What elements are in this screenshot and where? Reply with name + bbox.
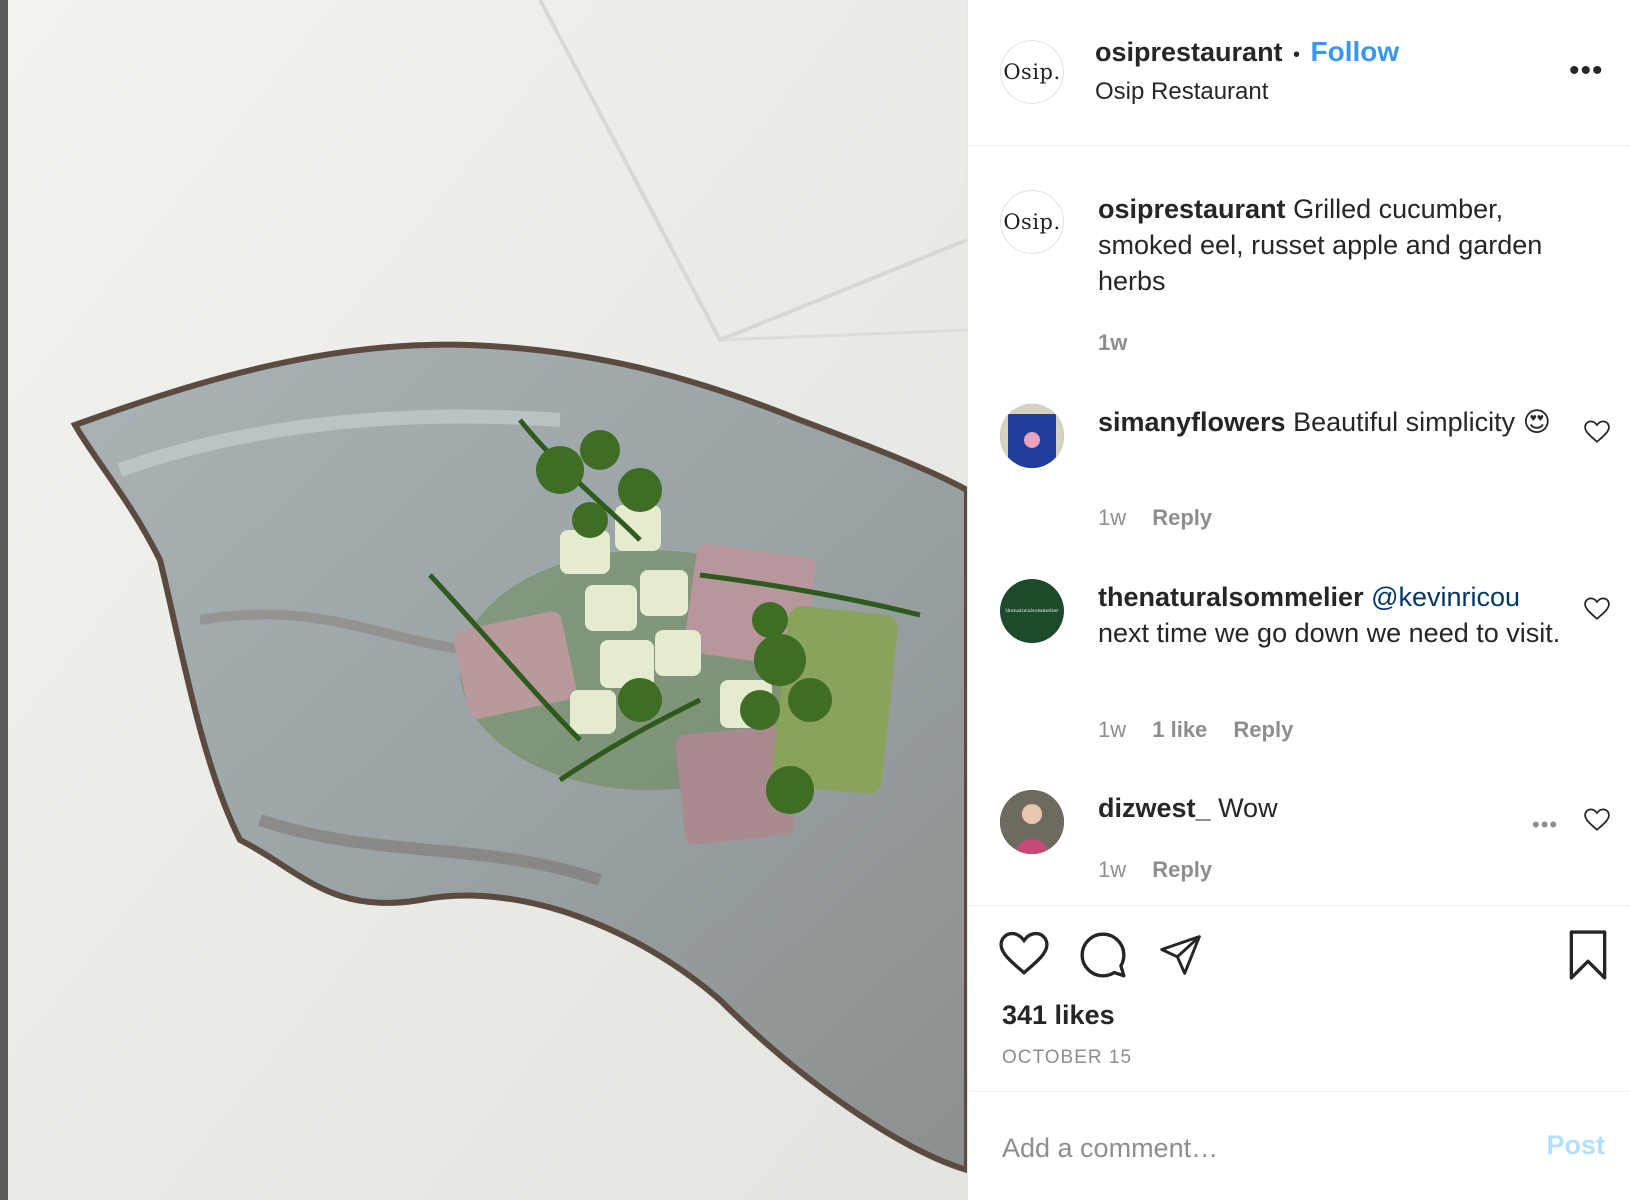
commenter-avatar-dizwest[interactable] <box>1000 790 1064 854</box>
caption-time[interactable]: 1w <box>1098 330 1127 356</box>
follow-button[interactable]: Follow <box>1310 36 1399 67</box>
avatar-logo-text: Osip. <box>1003 210 1061 234</box>
comment-text: next time we go down we need to visit. <box>1098 618 1561 648</box>
reply-button[interactable]: Reply <box>1152 505 1212 530</box>
add-comment-input[interactable] <box>1002 1126 1502 1170</box>
add-comment-row: Post <box>968 1091 1630 1201</box>
comment-username[interactable]: dizwest_ <box>1098 793 1211 823</box>
avatar-logo-text: Osip. <box>1003 60 1061 84</box>
comment-icon[interactable] <box>1078 930 1128 980</box>
more-options-icon[interactable]: ••• <box>1569 56 1604 86</box>
post-date[interactable]: OCTOBER 15 <box>1002 1047 1132 1069</box>
comment-text: Beautiful simplicity <box>1293 407 1516 437</box>
avatar-photo-icon <box>1000 790 1064 854</box>
comment-1-meta: 1w Reply <box>1098 505 1212 531</box>
comment-3: dizwest_ Wow <box>1098 790 1498 826</box>
like-count[interactable]: 341 likes <box>1002 1000 1115 1031</box>
comment-like-heart-icon[interactable] <box>1584 597 1610 621</box>
share-icon[interactable] <box>1158 933 1204 977</box>
comment-username[interactable]: simanyflowers <box>1098 407 1286 437</box>
separator-dot: • <box>1293 44 1301 66</box>
mention-link[interactable]: @kevinricou <box>1371 582 1520 612</box>
heart-eyes-emoji: 😍 <box>1522 407 1551 437</box>
post-header: Osip. osiprestaurant • Follow Osip Resta… <box>968 0 1630 146</box>
location-link[interactable]: Osip Restaurant <box>1095 78 1268 106</box>
header-name-row: osiprestaurant • Follow <box>1095 36 1399 68</box>
comment-username[interactable]: thenaturalsommelier <box>1098 582 1364 612</box>
comment-3-meta: 1w Reply <box>1098 857 1212 883</box>
caption-avatar[interactable]: Osip. <box>1000 190 1064 254</box>
author-avatar[interactable]: Osip. <box>1000 40 1064 104</box>
post-comment-button[interactable]: Post <box>1546 1130 1605 1161</box>
comment-more-options-icon[interactable]: ••• <box>1532 814 1558 836</box>
reply-button[interactable]: Reply <box>1152 857 1212 882</box>
food-photo-illustration <box>0 0 967 1200</box>
comment-2-meta: 1w 1 like Reply <box>1098 717 1293 743</box>
post-detail-panel: Osip. osiprestaurant • Follow Osip Resta… <box>967 0 1630 1200</box>
comment-like-count[interactable]: 1 like <box>1152 717 1207 742</box>
author-username[interactable]: osiprestaurant <box>1095 37 1283 67</box>
comment-time[interactable]: 1w <box>1098 505 1126 530</box>
reply-button[interactable]: Reply <box>1233 717 1293 742</box>
comment-2: thenaturalsommelier @kevinricou next tim… <box>1098 579 1568 651</box>
bookmark-icon[interactable] <box>1567 930 1609 980</box>
commenter-avatar-simanyflowers[interactable] <box>1000 404 1064 468</box>
avatar-logo-text: thenaturalsommelier <box>1005 608 1059 614</box>
comment-like-heart-icon[interactable] <box>1584 420 1610 444</box>
caption-username[interactable]: osiprestaurant <box>1098 194 1286 224</box>
comment-text: Wow <box>1218 793 1278 823</box>
comment-time[interactable]: 1w <box>1098 717 1126 742</box>
avatar-photo-icon <box>1000 404 1064 468</box>
post-photo[interactable] <box>0 0 967 1200</box>
caption: osiprestaurant Grilled cucumber, smoked … <box>1098 191 1588 299</box>
comment-like-heart-icon[interactable] <box>1584 808 1610 832</box>
commenter-avatar-thenaturalsommelier[interactable]: thenaturalsommelier <box>1000 579 1064 643</box>
comment-time[interactable]: 1w <box>1098 857 1126 882</box>
comment-1: simanyflowers Beautiful simplicity 😍 <box>1098 404 1568 440</box>
heart-icon[interactable] <box>999 931 1049 977</box>
